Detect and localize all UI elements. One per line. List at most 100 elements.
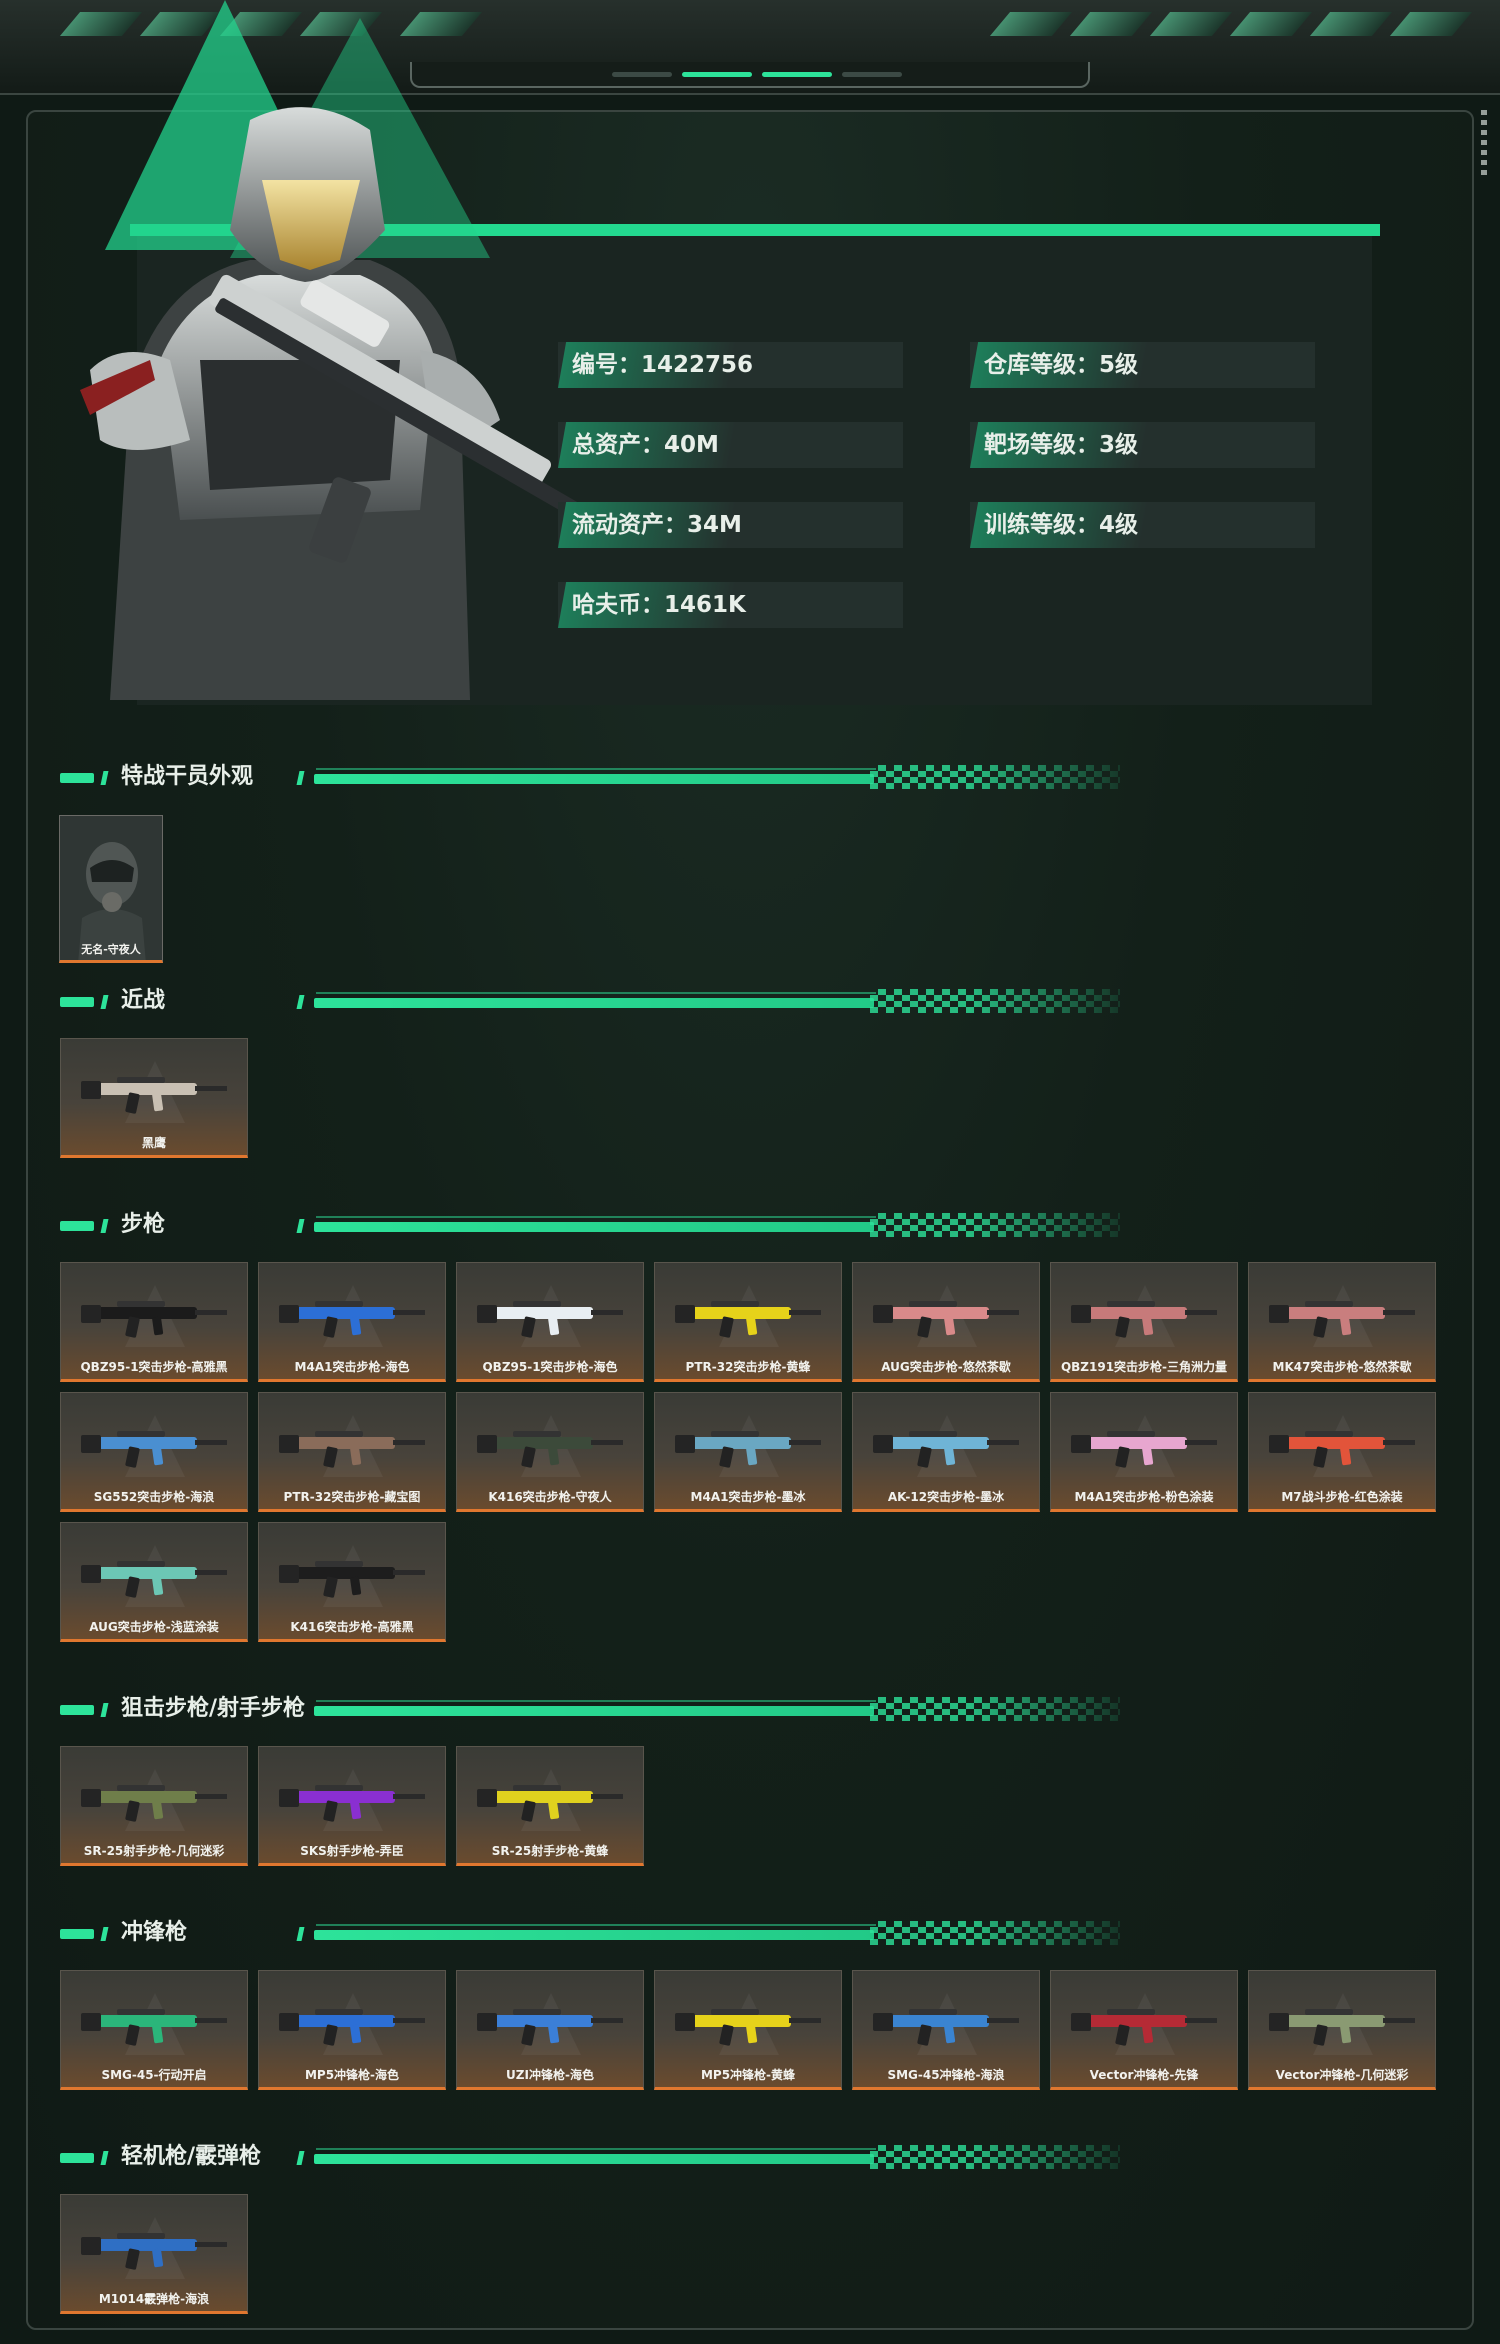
stat-hafu-coin: 哈夫币：1461K	[558, 582, 903, 628]
weapon-icon	[81, 2233, 227, 2270]
weapon-card[interactable]: AUG突击步枪-浅蓝涂装	[60, 1522, 248, 1642]
item-label: PTR-32突击步枪-黄蜂	[685, 1360, 811, 1374]
section-title: 步枪	[121, 1212, 166, 1237]
section-title: 近战	[121, 988, 166, 1013]
weapon-icon	[279, 1785, 425, 1822]
banner-stripe	[1229, 12, 1313, 36]
section-title: 特战干员外观	[121, 764, 254, 789]
weapon-icon	[1269, 1301, 1415, 1338]
weapon-icon	[675, 1301, 821, 1338]
weapon-icon	[81, 1301, 227, 1338]
weapon-card[interactable]: M4A1突击步枪-墨冰	[654, 1392, 842, 1512]
item-label: SKS射手步枪-弄臣	[300, 1844, 404, 1858]
item-label: 无名-守夜人	[81, 943, 141, 956]
notch-pill	[682, 72, 752, 77]
weapon-icon	[477, 2009, 623, 2046]
weapon-card[interactable]: QBZ95-1突击步枪-海色	[456, 1262, 644, 1382]
weapon-icon	[1269, 2009, 1415, 2046]
stat-training-level: 训练等级：4级	[970, 502, 1315, 548]
weapon-card[interactable]: M4A1突击步枪-海色	[258, 1262, 446, 1382]
weapon-icon	[81, 1561, 227, 1598]
item-label: K416突击步枪-高雅黑	[290, 1620, 414, 1634]
weapon-card[interactable]: SMG-45-行动开启	[60, 1970, 248, 2090]
item-label: SG552突击步枪-海浪	[93, 1490, 215, 1504]
weapon-card[interactable]: AK-12突击步枪-墨冰	[852, 1392, 1040, 1512]
banner-stripe	[1069, 12, 1153, 36]
item-label: AUG突击步枪-悠然茶歇	[881, 1360, 1011, 1374]
weapon-icon	[675, 2009, 821, 2046]
weapon-icon	[1071, 1301, 1217, 1338]
item-label: PTR-32突击步枪-藏宝图	[283, 1490, 421, 1504]
weapon-card[interactable]: M1014霰弹枪-海浪	[60, 2194, 248, 2314]
weapon-card[interactable]: PTR-32突击步枪-黄蜂	[654, 1262, 842, 1382]
weapon-card[interactable]: QBZ191突击步枪-三角洲力量	[1050, 1262, 1238, 1382]
item-label: SMG-45冲锋枪-海浪	[887, 2068, 1005, 2082]
banner-stripe	[1149, 12, 1233, 36]
weapon-card[interactable]: SR-25射手步枪-黄蜂	[456, 1746, 644, 1866]
stat-liquid-assets: 流动资产：34M	[558, 502, 903, 548]
weapon-card[interactable]: Vector冲锋枪-几何迷彩	[1248, 1970, 1436, 2090]
item-label: Vector冲锋枪-先锋	[1089, 2068, 1199, 2082]
weapon-icon	[81, 1431, 227, 1468]
weapon-card[interactable]: K416突击步枪-高雅黑	[258, 1522, 446, 1642]
weapon-card[interactable]: M7战斗步枪-红色涂装	[1248, 1392, 1436, 1512]
section-title: 冲锋枪	[121, 1920, 188, 1945]
weapon-icon	[675, 1431, 821, 1468]
weapon-card[interactable]: SR-25射手步枪-几何迷彩	[60, 1746, 248, 1866]
weapon-card[interactable]: SMG-45冲锋枪-海浪	[852, 1970, 1040, 2090]
weapon-card[interactable]: QBZ95-1突击步枪-高雅黑	[60, 1262, 248, 1382]
section-title: 轻机枪/霰弹枪	[121, 2144, 262, 2169]
weapon-icon	[477, 1431, 623, 1468]
item-label: AK-12突击步枪-墨冰	[887, 1490, 1005, 1504]
stat-id: 编号：1422756	[558, 342, 903, 388]
stat-range-level: 靶场等级：3级	[970, 422, 1315, 468]
item-label: QBZ95-1突击步枪-高雅黑	[80, 1360, 228, 1374]
item-label: QBZ191突击步枪-三角洲力量	[1060, 1360, 1228, 1374]
item-label: M7战斗步枪-红色涂装	[1281, 1490, 1403, 1504]
stat-warehouse-level: 仓库等级：5级	[970, 342, 1315, 388]
weapon-icon	[279, 1561, 425, 1598]
weapon-icon	[477, 1301, 623, 1338]
weapon-icon	[873, 1431, 1019, 1468]
weapon-icon	[1269, 1431, 1415, 1468]
operator-portrait	[80, 107, 585, 700]
item-label: MK47突击步枪-悠然茶歇	[1272, 1360, 1412, 1374]
item-label: SR-25射手步枪-黄蜂	[491, 1844, 609, 1858]
weapon-icon	[873, 1301, 1019, 1338]
scrollbar[interactable]	[1481, 110, 1487, 180]
item-label: AUG突击步枪-浅蓝涂装	[89, 1620, 219, 1634]
weapon-icon	[477, 1785, 623, 1822]
item-label: M1014霰弹枪-海浪	[98, 2292, 210, 2306]
item-label: QBZ95-1突击步枪-海色	[482, 1360, 618, 1374]
notch-pill	[842, 72, 902, 77]
item-label: SMG-45-行动开启	[101, 2068, 207, 2082]
banner-stripe	[1389, 12, 1473, 36]
section-title: 狙击步枪/射手步枪	[121, 1696, 306, 1721]
weapon-card[interactable]: M4A1突击步枪-粉色涂装	[1050, 1392, 1238, 1512]
weapon-card[interactable]: AUG突击步枪-悠然茶歇	[852, 1262, 1040, 1382]
item-label: M4A1突击步枪-墨冰	[690, 1490, 806, 1504]
item-label: M4A1突击步枪-粉色涂装	[1074, 1490, 1214, 1504]
weapon-icon	[81, 2009, 227, 2046]
item-label: MP5冲锋枪-黄蜂	[700, 2068, 796, 2082]
weapon-icon	[81, 1785, 227, 1822]
weapon-card[interactable]: UZI冲锋枪-海色	[456, 1970, 644, 2090]
item-label: MP5冲锋枪-海色	[304, 2068, 400, 2082]
agent-skin-card[interactable]: 无名-守夜人	[59, 815, 163, 963]
weapon-card[interactable]: PTR-32突击步枪-藏宝图	[258, 1392, 446, 1512]
weapon-card[interactable]: SKS射手步枪-弄臣	[258, 1746, 446, 1866]
item-label: K416突击步枪-守夜人	[488, 1490, 612, 1504]
weapon-icon	[873, 2009, 1019, 2046]
weapon-card[interactable]: 黑鹰	[60, 1038, 248, 1158]
weapon-card[interactable]: Vector冲锋枪-先锋	[1050, 1970, 1238, 2090]
weapon-card[interactable]: MK47突击步枪-悠然茶歇	[1248, 1262, 1436, 1382]
weapon-card[interactable]: MP5冲锋枪-黄蜂	[654, 1970, 842, 2090]
weapon-card[interactable]: MP5冲锋枪-海色	[258, 1970, 446, 2090]
weapon-card[interactable]: K416突击步枪-守夜人	[456, 1392, 644, 1512]
stat-total-assets: 总资产：40M	[558, 422, 903, 468]
item-label: M4A1突击步枪-海色	[294, 1360, 410, 1374]
weapon-icon	[279, 1431, 425, 1468]
banner-stripe	[989, 12, 1073, 36]
weapon-card[interactable]: SG552突击步枪-海浪	[60, 1392, 248, 1512]
weapon-icon	[81, 1077, 227, 1114]
